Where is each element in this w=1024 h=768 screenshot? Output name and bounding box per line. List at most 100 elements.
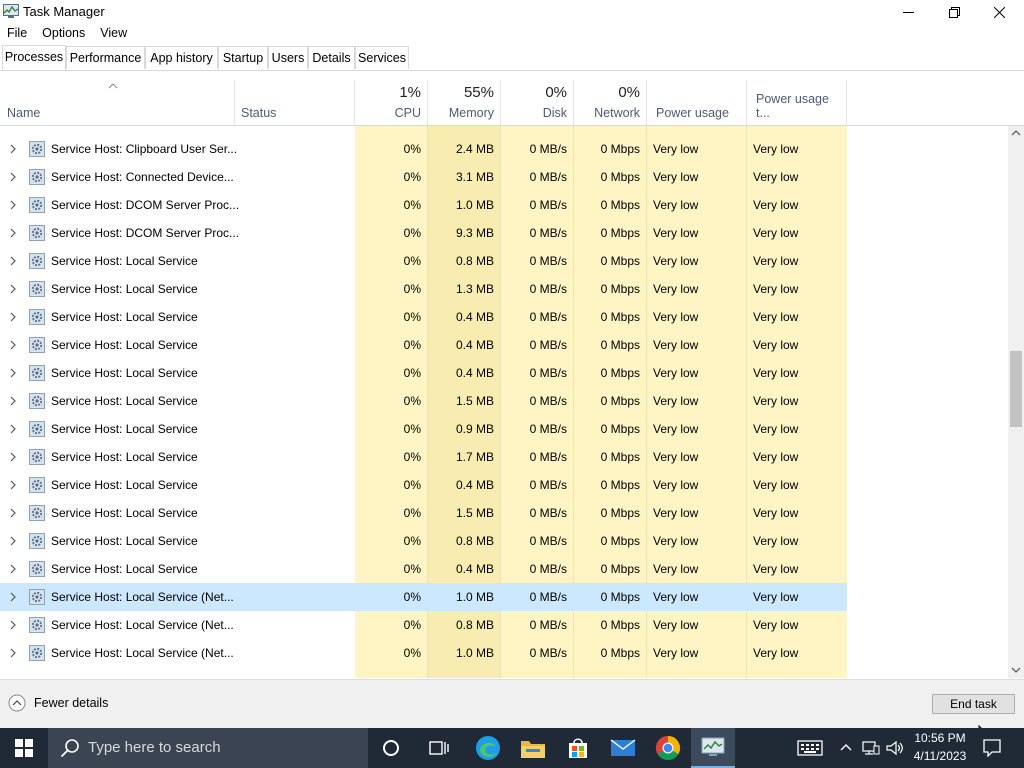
table-row[interactable]: Service Host: Local Service 0% 0.4 MB 0 MB/… <box>0 303 847 331</box>
tab-app-history[interactable]: App history <box>145 46 218 69</box>
keyboard-tray-button[interactable] <box>788 728 832 768</box>
header-cpu[interactable]: 1% CPU <box>355 80 428 125</box>
table-row[interactable]: Service Host: Local Service 0% 0.4 MB 0 MB/… <box>0 359 847 387</box>
menu-file[interactable]: File <box>0 24 35 44</box>
service-host-gear-icon <box>29 533 45 549</box>
taskbar-chrome[interactable] <box>646 728 690 768</box>
cpu-value: 0% <box>403 310 421 324</box>
expand-chevron-icon[interactable] <box>8 172 18 182</box>
table-row[interactable]: Service Host: Local Service 0% 1.7 MB 0 MB/… <box>0 443 847 471</box>
memory-value: 1.0 MB <box>455 590 494 604</box>
minimize-button[interactable] <box>885 0 931 24</box>
expand-chevron-icon[interactable] <box>8 368 18 378</box>
disk-value: 0 MB/s <box>529 142 567 156</box>
scroll-down-arrow-icon[interactable] <box>1011 666 1021 674</box>
action-center-button[interactable] <box>970 728 1014 768</box>
scroll-up-arrow-icon[interactable] <box>1011 129 1021 137</box>
power-usage-value: Very low <box>653 338 699 352</box>
network-icon[interactable] <box>862 740 880 756</box>
expand-chevron-icon[interactable] <box>8 648 18 658</box>
taskbar-mail[interactable] <box>601 728 645 768</box>
expand-chevron-icon[interactable] <box>8 592 18 602</box>
header-network[interactable]: 0% Network <box>574 80 647 125</box>
header-power-usage[interactable]: Power usage <box>647 80 747 125</box>
expand-chevron-icon[interactable] <box>8 508 18 518</box>
table-row[interactable]: Service Host: Local Service (Net... 0% 0.8… <box>0 611 847 639</box>
header-power-usage-trend[interactable]: Power usage t... <box>747 80 847 125</box>
expand-chevron-icon[interactable] <box>8 424 18 434</box>
tab-users[interactable]: Users <box>268 46 308 69</box>
table-row[interactable]: Service Host: Local Service 0% 0.4 MB 0 MB/… <box>0 555 847 583</box>
header-memory[interactable]: 55% Memory <box>428 80 501 125</box>
close-button[interactable] <box>976 0 1022 24</box>
expand-chevron-icon[interactable] <box>8 228 18 238</box>
fewer-details-toggle[interactable]: Fewer details <box>8 694 108 712</box>
power-usage-trend-value: Very low <box>753 310 799 324</box>
expand-chevron-icon[interactable] <box>8 620 18 630</box>
expand-chevron-icon[interactable] <box>8 340 18 350</box>
header-status[interactable]: Status <box>235 80 355 125</box>
table-row[interactable]: Service Host: DCOM Server Proc... 0% 9.3 M… <box>0 219 847 247</box>
taskbar-edge[interactable] <box>466 728 510 768</box>
service-host-gear-icon <box>29 589 45 605</box>
expand-chevron-icon[interactable] <box>8 312 18 322</box>
process-name: Service Host: DCOM Server Proc... <box>51 198 240 212</box>
cpu-value: 0% <box>403 562 421 576</box>
cpu-value: 0% <box>403 506 421 520</box>
expand-chevron-icon[interactable] <box>8 284 18 294</box>
expand-chevron-icon[interactable] <box>8 200 18 210</box>
process-name: Service Host: Local Service <box>51 394 198 408</box>
tab-startup[interactable]: Startup <box>218 46 268 69</box>
header-disk[interactable]: 0% Disk <box>501 80 574 125</box>
table-row[interactable]: Service Host: Local Service (Net... 0% 1.0… <box>0 639 847 667</box>
service-host-gear-icon <box>29 169 45 185</box>
power-usage-value: Very low <box>653 618 699 632</box>
volume-icon[interactable] <box>886 740 904 756</box>
table-row[interactable]: Service Host: Local Service 0% 0.9 MB 0 MB/… <box>0 415 847 443</box>
menu-view[interactable]: View <box>93 24 135 44</box>
expand-chevron-icon[interactable] <box>8 564 18 574</box>
header-name[interactable]: Name <box>0 80 235 125</box>
expand-chevron-icon[interactable] <box>8 536 18 546</box>
taskbar-file-explorer[interactable] <box>511 728 555 768</box>
table-row[interactable]: Service Host: Local Service 0% 0.4 MB 0 MB/… <box>0 471 847 499</box>
restore-button[interactable] <box>931 0 977 24</box>
table-row[interactable]: Service Host: Local Service 0% 1.5 MB 0 MB/… <box>0 499 847 527</box>
tab-performance[interactable]: Performance <box>66 46 145 69</box>
process-name: Service Host: Local Service <box>51 534 198 548</box>
table-row[interactable]: Service Host: Local Service 0% 0.8 MB 0 MB/… <box>0 527 847 555</box>
menu-options[interactable]: Options <box>35 24 93 44</box>
scrollbar-thumb[interactable] <box>1010 351 1022 427</box>
table-row[interactable]: Service Host: Local Service 0% 1.5 MB 0 MB/… <box>0 387 847 415</box>
tab-details[interactable]: Details <box>308 46 355 69</box>
table-row[interactable]: Service Host: Clipboard User Ser... 0% 2.4… <box>0 135 847 163</box>
memory-value: 0.4 MB <box>455 338 494 352</box>
end-task-button[interactable]: End task <box>932 694 1015 714</box>
tab-processes[interactable]: Processes <box>2 45 66 70</box>
table-row[interactable]: Service Host: Connected Device... 0% 3.1 M… <box>0 163 847 191</box>
process-list: Service Host: Clipboard User Ser... 0% 2.4… <box>0 126 1008 678</box>
start-button[interactable] <box>2 728 46 768</box>
fewer-details-label: Fewer details <box>34 696 109 710</box>
expand-chevron-icon[interactable] <box>8 144 18 154</box>
clock-date[interactable]: 4/11/2023 <box>910 749 970 763</box>
disk-value: 0 MB/s <box>529 562 567 576</box>
table-row[interactable]: Service Host: Local Service 0% 0.8 MB 0 MB/… <box>0 247 847 275</box>
task-view-button[interactable] <box>417 728 461 768</box>
expand-chevron-icon[interactable] <box>8 256 18 266</box>
expand-chevron-icon[interactable] <box>8 396 18 406</box>
table-row-selected[interactable]: Service Host: Local Service (Net... 0% 1.0… <box>0 583 847 611</box>
table-row[interactable]: Service Host: Local Service 0% 0.4 MB 0 MB/… <box>0 331 847 359</box>
table-row[interactable]: Service Host: DCOM Server Proc... 0% 1.0 M… <box>0 191 847 219</box>
expand-chevron-icon[interactable] <box>8 452 18 462</box>
expand-chevron-icon[interactable] <box>8 480 18 490</box>
table-row[interactable]: Service Host: Local Service 0% 1.3 MB 0 MB/… <box>0 275 847 303</box>
folder-icon <box>521 741 545 758</box>
tab-services[interactable]: Services <box>355 46 409 69</box>
header-memory-label: Memory <box>448 106 494 120</box>
tray-chevron-up-icon[interactable] <box>840 743 852 751</box>
taskbar-task-manager-active[interactable] <box>691 728 735 768</box>
clock-time[interactable]: 10:56 PM <box>912 731 968 745</box>
taskbar-microsoft-store[interactable] <box>556 728 600 768</box>
cortana-button[interactable] <box>369 728 413 768</box>
